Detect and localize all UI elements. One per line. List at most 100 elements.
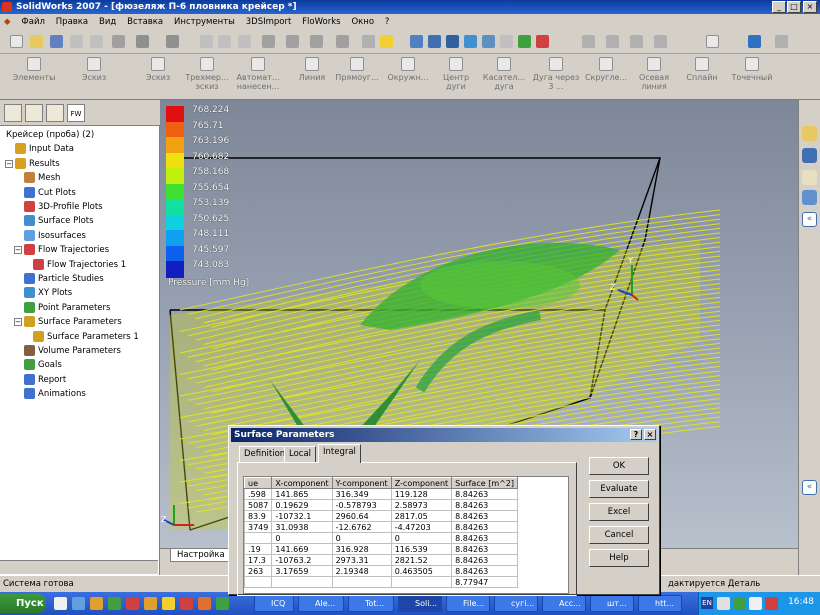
table-row[interactable]: 83.9 -10732.1 2960.64 2817.05 8.84263 (244, 510, 519, 522)
center-arc-tool[interactable]: Центр дуги (436, 57, 476, 91)
tree-item[interactable]: Крейсер (проба) (2) (6, 128, 94, 142)
rebuild-icon[interactable] (218, 35, 231, 48)
auto-dimension-tool[interactable]: Автомат... нанесен... (232, 57, 284, 91)
layers-icon[interactable] (310, 35, 323, 48)
table-column-header[interactable]: ue (244, 477, 273, 489)
mass-icon[interactable] (630, 35, 643, 48)
table-row[interactable]: 17.3 -10763.2 2973.31 2821.52 8.84263 (244, 554, 519, 566)
tree-item[interactable]: Flow Trajectories 1 (33, 258, 126, 272)
features-tool[interactable]: Элементы (6, 57, 62, 82)
point-tool[interactable]: Точечный (726, 57, 778, 82)
measure-icon[interactable] (606, 35, 619, 48)
tray-network-icon[interactable] (717, 597, 730, 610)
cancel-button[interactable]: Cancel (589, 526, 649, 544)
view-top-icon[interactable] (464, 35, 477, 48)
grid-icon[interactable] (262, 35, 275, 48)
explorer-icon[interactable] (802, 170, 817, 185)
pan-icon[interactable] (536, 35, 549, 48)
open-icon[interactable] (30, 35, 43, 48)
centerline-tool[interactable]: Осевая линия (634, 57, 674, 91)
tab-integral[interactable]: Integral (318, 444, 361, 463)
fillet-tool[interactable]: Скругле... (582, 57, 630, 82)
tree-item[interactable]: Surface Plots (24, 214, 94, 228)
tray-volume-icon[interactable] (749, 597, 762, 610)
tree-expander-icon[interactable]: − (14, 246, 22, 255)
task-ale[interactable]: Ale... (298, 595, 344, 612)
tree-item[interactable]: Results (15, 157, 60, 171)
quicklaunch-app6-icon[interactable] (216, 597, 229, 610)
tree-scrollbar[interactable] (0, 560, 158, 574)
config-tab[interactable] (46, 104, 64, 122)
display-icon[interactable] (362, 35, 375, 48)
line-tool[interactable]: Линия (294, 57, 330, 82)
task-tot[interactable]: Tot... (348, 595, 394, 612)
sketch2-tool[interactable]: Эскиз (138, 57, 178, 82)
redo-icon[interactable] (166, 35, 179, 48)
integral-results-table[interactable]: ue X-component Y-component Z-component Surfa… (243, 476, 569, 594)
menu-3dsimport[interactable]: 3DSImport (242, 14, 296, 30)
view-back-icon[interactable] (446, 35, 459, 48)
minimize-button[interactable]: _ (772, 1, 786, 13)
property-tab[interactable] (25, 104, 43, 122)
table-column-header[interactable]: Surface [m^2] (451, 477, 519, 489)
tool-icon[interactable] (775, 35, 788, 48)
task-htt[interactable]: htt... (638, 595, 682, 612)
quicklaunch-app1-icon[interactable] (126, 597, 139, 610)
ok-button[interactable]: OK (589, 457, 649, 475)
help-icon[interactable] (380, 35, 393, 48)
table-row[interactable]: .19 141.669 316.928 116.539 8.84263 (244, 543, 519, 555)
view-icon[interactable] (336, 35, 349, 48)
task-icq[interactable]: ICQ (254, 595, 294, 612)
dialog-close-button[interactable]: × (644, 429, 656, 440)
view-orientation-icon[interactable] (410, 35, 423, 48)
table-column-header[interactable]: X-component (271, 477, 333, 489)
tab-settings[interactable]: Настройка (170, 549, 232, 562)
section-icon[interactable] (582, 35, 595, 48)
menu-view[interactable]: Вид (95, 14, 120, 30)
tree-item[interactable]: 3D-Profile Plots (24, 200, 103, 214)
task-cyri[interactable]: сугі... (494, 595, 538, 612)
tree-item[interactable]: Flow Trajectories (24, 243, 109, 257)
new-icon[interactable] (10, 35, 23, 48)
quicklaunch-app4-icon[interactable] (180, 597, 193, 610)
table-column-header[interactable]: Y-component (331, 477, 392, 489)
table-row[interactable]: 0 0 0 8.84263 (244, 532, 519, 544)
table-icon[interactable] (286, 35, 299, 48)
quicklaunch-icq-icon[interactable] (108, 597, 121, 610)
excel-button[interactable]: Excel (589, 503, 649, 521)
maximize-button[interactable]: □ (787, 1, 801, 13)
table-row[interactable]: 5087 0.19629 -0.578793 2.58973 8.84263 (244, 499, 519, 511)
palette-icon[interactable] (802, 190, 817, 205)
menu-help[interactable]: ? (381, 14, 394, 30)
cut-icon[interactable] (112, 35, 125, 48)
evaluate-button[interactable]: Evaluate (589, 480, 649, 498)
home-icon[interactable] (802, 126, 817, 141)
floworks-tab[interactable]: FW (67, 104, 85, 122)
tree-expander-icon[interactable]: − (5, 159, 13, 168)
rectangle-tool[interactable]: Прямоуг... (334, 57, 380, 82)
menu-floworks[interactable]: FloWorks (298, 14, 344, 30)
task-file[interactable]: File... (446, 595, 490, 612)
tree-item[interactable]: Input Data (15, 142, 74, 156)
options-icon[interactable] (238, 35, 251, 48)
feature-tree-tab[interactable] (4, 104, 22, 122)
rotate-icon[interactable] (518, 35, 531, 48)
start-button[interactable]: Пуск (0, 594, 46, 613)
tree-item[interactable]: Report (24, 373, 66, 387)
quicklaunch-ie-icon[interactable] (72, 597, 85, 610)
tree-expander-icon[interactable]: − (14, 318, 22, 327)
tree-item[interactable]: Surface Parameters 1 (33, 330, 139, 344)
dialog-help-button[interactable]: ? (630, 429, 642, 440)
tree-item[interactable]: Isosurfaces (24, 229, 86, 243)
tree-item[interactable]: XY Plots (24, 286, 72, 300)
tab-local[interactable]: Local (284, 446, 317, 462)
tree-item[interactable]: Point Parameters (24, 301, 110, 315)
print-icon[interactable] (70, 35, 83, 48)
menu-edit[interactable]: Правка (52, 14, 92, 30)
language-indicator[interactable]: EN (701, 597, 713, 609)
sheet-icon[interactable] (706, 35, 719, 48)
tree-item[interactable]: Surface Parameters (24, 315, 122, 329)
library-icon[interactable] (802, 148, 817, 163)
zoom-icon[interactable] (500, 35, 513, 48)
tab-definition[interactable]: Definition (239, 446, 291, 462)
